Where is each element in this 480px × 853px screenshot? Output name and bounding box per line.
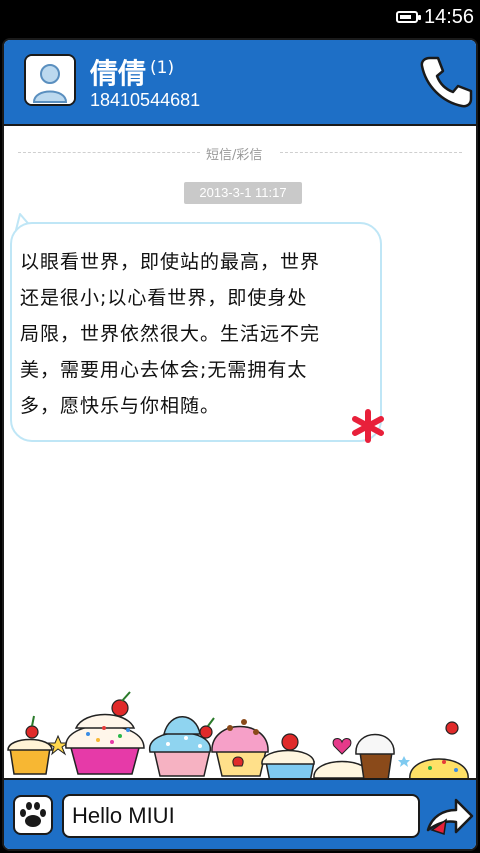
send-button[interactable] bbox=[424, 790, 474, 840]
contact-name[interactable]: 倩倩 bbox=[90, 52, 146, 92]
divider-right bbox=[280, 152, 462, 153]
message-text[interactable]: 以眼看世界，即使站的最高，世界 还是很小;以心看世界，即使身处 局限，世界依然很… bbox=[20, 244, 364, 424]
status-bar: 14:56 bbox=[0, 0, 480, 36]
status-time: 14:56 bbox=[424, 6, 475, 28]
message-type-label: 短信/彩信 bbox=[206, 148, 263, 163]
message-timestamp: 2013-3-1 11:17 bbox=[184, 182, 302, 204]
person-silhouette-icon bbox=[26, 56, 74, 104]
asterisk-star-icon bbox=[352, 409, 384, 443]
phone-number: 18410544681 bbox=[90, 90, 201, 110]
message-line: 美，需要用心去体会;无需拥有太 bbox=[20, 359, 308, 381]
message-line: 还是很小;以心看世界，即使身处 bbox=[20, 287, 308, 309]
conversation-header: 倩倩 (1) 18410544681 bbox=[4, 40, 476, 126]
message-line: 局限，世界依然很大。生活远不完 bbox=[20, 323, 321, 345]
paw-icon bbox=[13, 795, 53, 835]
message-input[interactable] bbox=[62, 794, 420, 838]
send-arrow-icon bbox=[426, 798, 474, 835]
cupcake-icon bbox=[65, 691, 145, 775]
message-line: 多，愿快乐与你相随。 bbox=[20, 395, 221, 417]
contact-avatar[interactable] bbox=[24, 54, 76, 106]
cupcake-icon bbox=[409, 758, 469, 778]
unread-count: (1) bbox=[150, 58, 175, 78]
cupcake-icon bbox=[211, 719, 269, 777]
battery-icon bbox=[396, 11, 421, 23]
composer-bar bbox=[4, 778, 476, 849]
conversation-screen: 倩倩 (1) 18410544681 短信/彩信 2013-3-1 11:17 … bbox=[2, 38, 478, 851]
divider-left bbox=[18, 152, 200, 153]
call-button[interactable] bbox=[416, 52, 476, 112]
message-line: 以眼看世界，即使站的最高，世界 bbox=[20, 251, 321, 273]
phone-handset-icon bbox=[420, 56, 473, 108]
cupcake-icon bbox=[149, 716, 211, 777]
cupcake-icon bbox=[7, 715, 53, 775]
attach-button[interactable] bbox=[12, 794, 54, 836]
cupcake-icon bbox=[261, 733, 315, 778]
cupcake-decoration bbox=[7, 691, 469, 778]
